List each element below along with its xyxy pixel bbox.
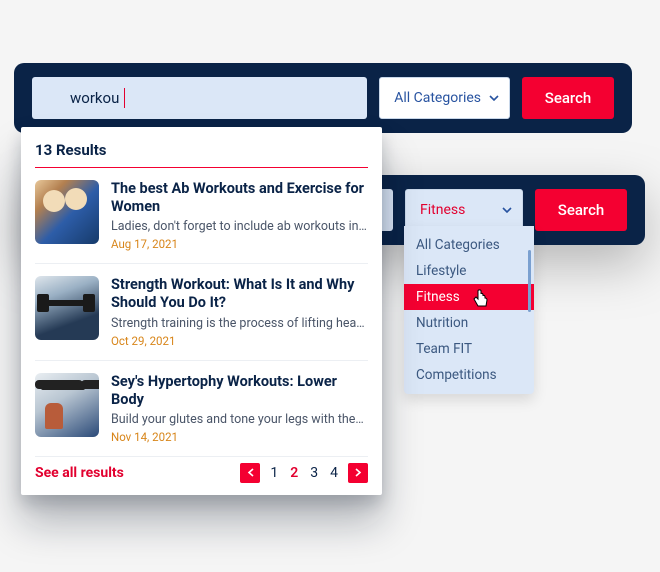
search-results-panel: 13 Results The best Ab Workouts and Exer… — [21, 127, 382, 495]
search-bar-primary: All Categories Search — [14, 63, 632, 133]
category-select[interactable]: All Categories — [379, 77, 510, 119]
search-button-secondary[interactable]: Search — [535, 189, 627, 231]
search-input[interactable] — [32, 77, 367, 119]
results-footer: See all results 1 2 3 4 — [35, 457, 368, 483]
result-body: Strength Workout: What Is It and Why Sho… — [111, 276, 368, 347]
category-select-label: Fitness — [420, 202, 465, 218]
dropdown-option-lifestyle[interactable]: Lifestyle — [404, 258, 534, 284]
category-select-open[interactable]: Fitness — [405, 189, 523, 231]
result-body: Sey's Hypertophy Workouts: Lower Body Bu… — [111, 373, 368, 444]
result-snippet: Strength training is the process of lift… — [111, 316, 368, 331]
page-3[interactable]: 3 — [308, 465, 320, 481]
page-2[interactable]: 2 — [288, 465, 300, 481]
result-title: Sey's Hypertophy Workouts: Lower Body — [111, 373, 368, 409]
result-thumbnail — [35, 180, 99, 244]
see-all-link[interactable]: See all results — [35, 465, 124, 481]
chevron-down-icon — [502, 207, 512, 213]
dropdown-option-all[interactable]: All Categories — [404, 232, 534, 258]
search-input-wrap — [32, 77, 367, 119]
result-row[interactable]: The best Ab Workouts and Exercise for Wo… — [35, 168, 368, 264]
result-snippet: Ladies, don't forget to include ab worko… — [111, 219, 368, 234]
cursor-pointer-icon — [472, 289, 490, 309]
chevron-down-icon — [489, 95, 499, 101]
result-row[interactable]: Strength Workout: What Is It and Why Sho… — [35, 264, 368, 360]
dropdown-option-fitness[interactable]: Fitness — [404, 284, 534, 310]
pagination: 1 2 3 4 — [240, 463, 368, 483]
result-snippet: Build your glutes and tone your legs wit… — [111, 412, 368, 427]
dropdown-scrollbar[interactable] — [528, 250, 531, 312]
result-thumbnail — [35, 373, 99, 437]
result-title: The best Ab Workouts and Exercise for Wo… — [111, 180, 368, 216]
result-date: Nov 14, 2021 — [111, 430, 368, 444]
text-caret — [124, 88, 125, 108]
page-1[interactable]: 1 — [268, 465, 280, 481]
result-date: Aug 17, 2021 — [111, 237, 368, 251]
dropdown-option-teamfit[interactable]: Team FIT — [404, 336, 534, 362]
dropdown-option-competitions[interactable]: Competitions — [404, 362, 534, 388]
page-4[interactable]: 4 — [328, 465, 340, 481]
results-count: 13 Results — [35, 137, 368, 168]
page-prev-button[interactable] — [240, 463, 260, 483]
category-dropdown: All Categories Lifestyle Fitness Nutriti… — [404, 226, 534, 394]
search-button[interactable]: Search — [522, 77, 614, 119]
page-next-button[interactable] — [348, 463, 368, 483]
dropdown-option-label: Fitness — [416, 289, 460, 305]
result-thumbnail — [35, 276, 99, 340]
category-select-label: All Categories — [394, 90, 481, 106]
result-row[interactable]: Sey's Hypertophy Workouts: Lower Body Bu… — [35, 361, 368, 457]
result-body: The best Ab Workouts and Exercise for Wo… — [111, 180, 368, 251]
result-title: Strength Workout: What Is It and Why Sho… — [111, 276, 368, 312]
result-date: Oct 29, 2021 — [111, 334, 368, 348]
dropdown-option-nutrition[interactable]: Nutrition — [404, 310, 534, 336]
